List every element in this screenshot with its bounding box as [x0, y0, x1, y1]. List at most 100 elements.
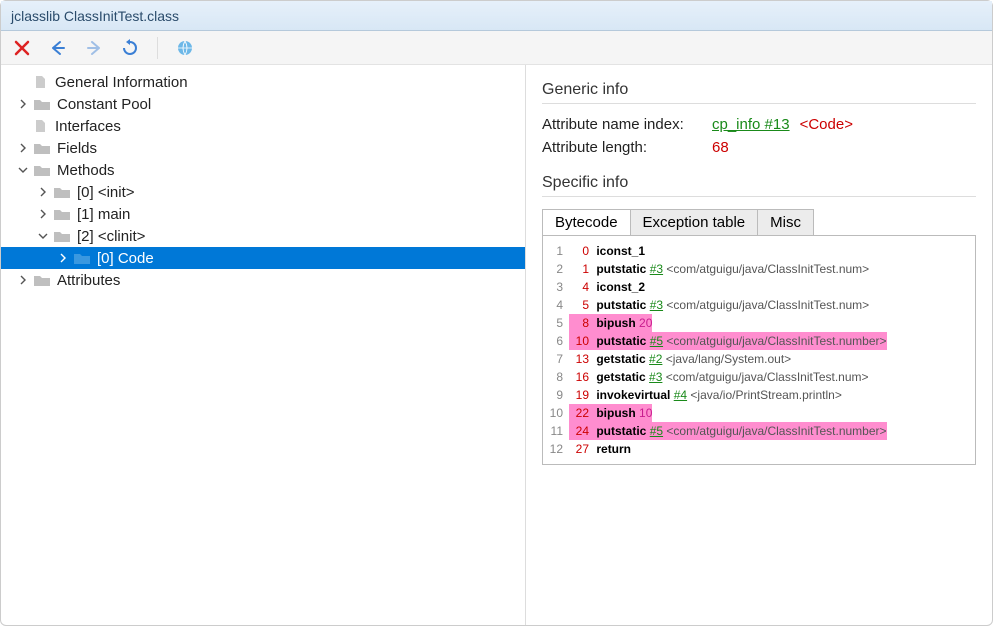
detail-panel: Generic info Attribute name index: cp_in… — [526, 65, 992, 625]
constant-pool-link[interactable]: #5 — [650, 424, 663, 438]
tree-item-label: Attributes — [57, 272, 120, 289]
tree-item-fields[interactable]: Fields — [1, 137, 525, 159]
bytecode-instruction: 22 bipush 10 — [569, 404, 652, 422]
tree-item-interfaces[interactable]: Interfaces — [1, 115, 525, 137]
bytecode-row[interactable]: 816 getstatic #3 <com/atguigu/java/Class… — [547, 368, 971, 386]
constant-pool-link[interactable]: #5 — [650, 334, 663, 348]
divider — [542, 196, 976, 197]
refresh-button[interactable] — [117, 35, 143, 61]
chevron-right-icon[interactable] — [35, 184, 51, 200]
tree-item-method-clinit[interactable]: [2] <clinit> — [1, 225, 525, 247]
attr-name-row: Attribute name index: cp_info #13 <Code> — [542, 116, 976, 133]
tree-item-constant-pool[interactable]: Constant Pool — [1, 93, 525, 115]
tab-exception-table[interactable]: Exception table — [631, 210, 759, 235]
attr-name-label: Attribute name index: — [542, 116, 712, 133]
bytecode-gutter: 9 — [547, 386, 569, 404]
tree-item-label: [0] <init> — [77, 184, 135, 201]
divider — [542, 103, 976, 104]
bytecode-row[interactable]: 21 putstatic #3 <com/atguigu/java/ClassI… — [547, 260, 971, 278]
bytecode-gutter: 8 — [547, 368, 569, 386]
attr-length-label: Attribute length: — [542, 139, 712, 156]
tree-item-label: General Information — [55, 74, 188, 91]
tree-item-label: Fields — [57, 140, 97, 157]
window-titlebar: jclasslib ClassInitTest.class — [1, 1, 992, 31]
attr-length-value: 68 — [712, 139, 729, 156]
chevron-right-icon[interactable] — [15, 96, 31, 112]
chevron-right-icon[interactable] — [35, 206, 51, 222]
bytecode-instruction: 27 return — [569, 440, 631, 458]
bytecode-gutter: 10 — [547, 404, 569, 422]
folder-icon — [33, 162, 51, 178]
tree-item-general-info[interactable]: General Information — [1, 71, 525, 93]
tree-item-label: [2] <clinit> — [77, 228, 145, 245]
constant-pool-link[interactable]: #3 — [649, 370, 662, 384]
tree-item-method-main[interactable]: [1] main — [1, 203, 525, 225]
tree-item-label: Methods — [57, 162, 115, 179]
chevron-right-icon[interactable] — [55, 250, 71, 266]
bytecode-gutter: 4 — [547, 296, 569, 314]
file-icon — [31, 74, 49, 90]
tree-panel[interactable]: General Information Constant Pool Interf… — [1, 65, 526, 625]
main-content: General Information Constant Pool Interf… — [1, 65, 992, 625]
bytecode-row[interactable]: 34 iconst_2 — [547, 278, 971, 296]
constant-pool-link[interactable]: #3 — [650, 298, 663, 312]
bytecode-row[interactable]: 610 putstatic #5 <com/atguigu/java/Class… — [547, 332, 971, 350]
tree-item-methods[interactable]: Methods — [1, 159, 525, 181]
globe-button[interactable] — [172, 35, 198, 61]
attr-name-tag: <Code> — [800, 116, 853, 133]
constant-pool-link[interactable]: #2 — [649, 352, 662, 366]
constant-pool-link[interactable]: #4 — [674, 388, 687, 402]
bytecode-row[interactable]: 1227 return — [547, 440, 971, 458]
folder-icon — [73, 250, 91, 266]
tab-bytecode[interactable]: Bytecode — [543, 210, 631, 235]
bytecode-instruction: 1 putstatic #3 <com/atguigu/java/ClassIn… — [569, 260, 869, 278]
file-icon — [31, 118, 49, 134]
bytecode-instruction: 24 putstatic #5 <com/atguigu/java/ClassI… — [569, 422, 887, 440]
bytecode-instruction: 5 putstatic #3 <com/atguigu/java/ClassIn… — [569, 296, 869, 314]
folder-icon — [33, 96, 51, 112]
bytecode-row[interactable]: 1022 bipush 10 — [547, 404, 971, 422]
tree-item-label: Interfaces — [55, 118, 121, 135]
bytecode-row[interactable]: 1124 putstatic #5 <com/atguigu/java/Clas… — [547, 422, 971, 440]
tree-item-label: [0] Code — [97, 250, 154, 267]
bytecode-listing[interactable]: 10 iconst_121 putstatic #3 <com/atguigu/… — [542, 235, 976, 465]
chevron-down-icon[interactable] — [35, 228, 51, 244]
chevron-right-icon[interactable] — [15, 140, 31, 156]
bytecode-gutter: 5 — [547, 314, 569, 332]
bytecode-instruction: 10 putstatic #5 <com/atguigu/java/ClassI… — [569, 332, 887, 350]
tree-item-method-init[interactable]: [0] <init> — [1, 181, 525, 203]
bytecode-gutter: 7 — [547, 350, 569, 368]
tab-misc[interactable]: Misc — [758, 210, 813, 235]
folder-icon — [33, 140, 51, 156]
specific-info-heading: Specific info — [542, 174, 976, 192]
generic-info-heading: Generic info — [542, 81, 976, 99]
tree-item-code[interactable]: [0] Code — [1, 247, 525, 269]
attr-length-row: Attribute length: 68 — [542, 139, 976, 156]
back-button[interactable] — [45, 35, 71, 61]
toolbar — [1, 31, 992, 65]
bytecode-gutter: 3 — [547, 278, 569, 296]
bytecode-instruction: 13 getstatic #2 <java/lang/System.out> — [569, 350, 791, 368]
bytecode-row[interactable]: 10 iconst_1 — [547, 242, 971, 260]
bytecode-row[interactable]: 45 putstatic #3 <com/atguigu/java/ClassI… — [547, 296, 971, 314]
bytecode-gutter: 1 — [547, 242, 569, 260]
close-button[interactable] — [9, 35, 35, 61]
folder-icon — [53, 184, 71, 200]
chevron-down-icon[interactable] — [15, 162, 31, 178]
bytecode-row[interactable]: 919 invokevirtual #4 <java/io/PrintStrea… — [547, 386, 971, 404]
bytecode-row[interactable]: 713 getstatic #2 <java/lang/System.out> — [547, 350, 971, 368]
constant-pool-link[interactable]: #3 — [650, 262, 663, 276]
bytecode-gutter: 11 — [547, 422, 569, 440]
folder-icon — [53, 228, 71, 244]
tree-item-label: Constant Pool — [57, 96, 151, 113]
bytecode-gutter: 6 — [547, 332, 569, 350]
attr-name-link[interactable]: cp_info #13 — [712, 116, 790, 133]
bytecode-gutter: 12 — [547, 440, 569, 458]
chevron-right-icon[interactable] — [15, 272, 31, 288]
bytecode-instruction: 0 iconst_1 — [569, 242, 645, 260]
tree-item-label: [1] main — [77, 206, 130, 223]
tabs: Bytecode Exception table Misc — [542, 209, 814, 235]
bytecode-row[interactable]: 58 bipush 20 — [547, 314, 971, 332]
tree-item-attributes[interactable]: Attributes — [1, 269, 525, 291]
forward-button[interactable] — [81, 35, 107, 61]
